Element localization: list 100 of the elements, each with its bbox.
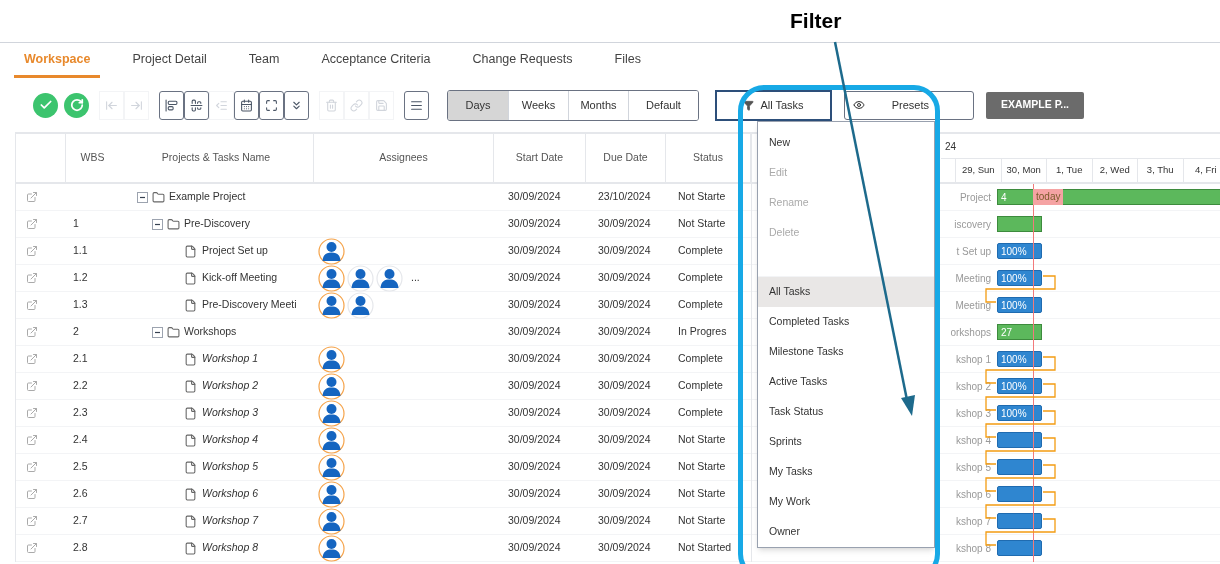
- toolbar-button[interactable]: [159, 90, 184, 120]
- task-name[interactable]: Workshops: [184, 324, 237, 340]
- tab[interactable]: Files: [604, 44, 651, 78]
- status-cell: Complete: [678, 298, 723, 311]
- open-link-icon[interactable]: [26, 353, 38, 365]
- menu-item[interactable]: Task Status: [758, 397, 934, 428]
- task-name[interactable]: Workshop 4: [202, 432, 259, 448]
- column-header: Status: [666, 134, 751, 182]
- task-name[interactable]: Workshop 6: [202, 486, 259, 502]
- gantt-bar[interactable]: 100%: [997, 405, 1042, 421]
- menu-item[interactable]: Active Tasks: [758, 367, 934, 398]
- task-name[interactable]: Workshop 1: [202, 351, 259, 367]
- file-icon: [184, 244, 197, 258]
- open-link-icon[interactable]: [26, 326, 38, 338]
- open-link-icon[interactable]: [26, 380, 38, 392]
- table-cell: 2.7: [73, 514, 88, 527]
- gantt-bar[interactable]: [997, 459, 1042, 475]
- confirm-button[interactable]: [33, 92, 58, 118]
- list-icon: [410, 98, 423, 112]
- refresh-button[interactable]: [64, 92, 89, 118]
- toolbar-button[interactable]: [284, 90, 309, 120]
- status-cell: Not Starte: [678, 487, 726, 500]
- toolbar-button[interactable]: [234, 90, 259, 120]
- collapse-toggle[interactable]: [152, 326, 163, 338]
- open-link-icon[interactable]: [26, 461, 38, 473]
- gantt-bar[interactable]: [997, 540, 1042, 556]
- open-link-icon[interactable]: [26, 191, 38, 203]
- open-link-icon[interactable]: [26, 542, 38, 554]
- status-cell: Not Starte: [678, 190, 726, 203]
- tab[interactable]: Project Detail: [122, 44, 217, 78]
- presets-dropdown[interactable]: Presets: [844, 90, 974, 120]
- task-name[interactable]: Kick-off Meeting: [202, 270, 278, 286]
- open-link-icon[interactable]: [26, 407, 38, 419]
- scale-tab[interactable]: Days: [448, 90, 508, 120]
- day-header: 29, Sun: [961, 163, 995, 178]
- menu-item[interactable]: My Tasks: [758, 457, 934, 488]
- tab[interactable]: Team: [238, 44, 290, 78]
- task-name[interactable]: Workshop 5: [202, 459, 259, 475]
- task-name[interactable]: Pre-Discovery: [184, 216, 250, 232]
- open-link-icon[interactable]: [26, 434, 38, 446]
- table-cell: 30/09/2024: [508, 271, 561, 284]
- gantt-bar[interactable]: 100%: [997, 297, 1042, 313]
- open-link-icon[interactable]: [26, 488, 38, 500]
- task-name[interactable]: Example Project: [169, 189, 246, 205]
- gantt-bar[interactable]: 100%: [997, 351, 1042, 367]
- filter-dropdown[interactable]: All Tasks: [715, 89, 832, 121]
- task-name[interactable]: Workshop 7: [202, 513, 259, 529]
- task-name[interactable]: Workshop 8: [202, 540, 259, 556]
- toolbar-button[interactable]: [184, 90, 209, 120]
- table-cell: 30/09/2024: [598, 406, 651, 419]
- refresh-icon: [69, 98, 84, 112]
- menu-item[interactable]: All Tasks: [758, 277, 934, 308]
- day-header: 3, Thu: [1146, 163, 1174, 178]
- menu-item[interactable]: Sprints: [758, 427, 934, 458]
- table-cell: 30/09/2024: [508, 298, 561, 311]
- open-link-icon[interactable]: [26, 515, 38, 527]
- open-link-icon[interactable]: [26, 272, 38, 284]
- task-name[interactable]: Project Set up: [202, 243, 268, 259]
- table-cell: 2.2: [73, 379, 88, 392]
- open-link-icon[interactable]: [26, 218, 38, 230]
- gantt-bar[interactable]: 100%: [997, 243, 1042, 259]
- table-cell: 30/09/2024: [598, 541, 651, 554]
- menu-item[interactable]: My Work: [758, 487, 934, 518]
- collapse-toggle[interactable]: [152, 218, 163, 230]
- table-cell: 1: [73, 217, 79, 230]
- table-cell: 30/09/2024: [508, 379, 561, 392]
- gantt-bar[interactable]: [997, 486, 1042, 502]
- table-cell: 30/09/2024: [508, 244, 561, 257]
- menu-item[interactable]: Owner: [758, 517, 934, 548]
- task-name[interactable]: Pre-Discovery Meeti: [202, 297, 297, 313]
- open-link-icon[interactable]: [26, 299, 38, 311]
- toolbar-button[interactable]: [259, 90, 284, 120]
- menu-item[interactable]: Completed Tasks: [758, 307, 934, 338]
- tab[interactable]: Acceptance Criteria: [311, 44, 441, 78]
- eye-icon: [853, 99, 865, 111]
- table-cell: 30/09/2024: [508, 541, 561, 554]
- table-cell: 30/09/2024: [598, 460, 651, 473]
- gantt-bar[interactable]: [997, 513, 1042, 529]
- project-button[interactable]: EXAMPLE P...: [986, 91, 1084, 119]
- gantt-bar[interactable]: 100%: [997, 378, 1042, 394]
- menu-item[interactable]: New: [758, 128, 934, 158]
- table-cell: 1.1: [73, 244, 88, 257]
- gantt-bar[interactable]: [997, 216, 1042, 232]
- file-icon: [184, 298, 197, 312]
- gantt-task-label: Project: [959, 191, 991, 203]
- gantt-bar[interactable]: [997, 432, 1042, 448]
- collapse-toggle[interactable]: [137, 191, 148, 203]
- gantt-task-label: orkshops: [950, 326, 991, 338]
- task-name[interactable]: Workshop 2: [202, 378, 259, 394]
- open-link-icon[interactable]: [26, 245, 38, 257]
- tab[interactable]: Change Requests: [462, 44, 583, 78]
- menu-item[interactable]: Milestone Tasks: [758, 337, 934, 368]
- table-cell: 30/09/2024: [598, 217, 651, 230]
- calendar-icon: [240, 98, 253, 112]
- toolbar-button[interactable]: [404, 90, 429, 120]
- gantt-bar[interactable]: 100%: [997, 270, 1042, 286]
- scale-tab[interactable]: Default: [628, 90, 698, 120]
- status-cell: Not Starte: [678, 217, 726, 230]
- table-cell: 30/09/2024: [598, 487, 651, 500]
- task-name[interactable]: Workshop 3: [202, 405, 259, 421]
